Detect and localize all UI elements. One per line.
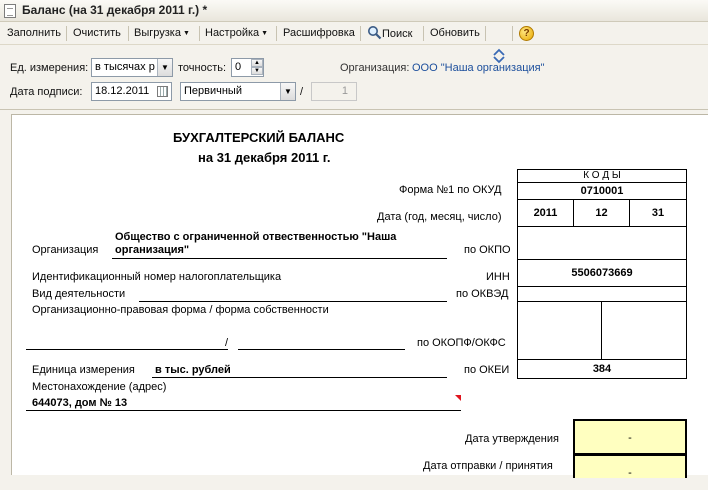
report-title: БУХГАЛТЕРСКИЙ БАЛАНС [173, 130, 345, 145]
unit-row-value[interactable]: в тыс. рублей [155, 364, 231, 376]
chevron-down-icon[interactable]: ▼ [157, 59, 172, 76]
unit-select[interactable]: в тысячах р ▼ [91, 58, 173, 77]
refresh-button[interactable]: Обновить [430, 25, 480, 42]
decode-button[interactable]: Расшифровка [283, 25, 355, 42]
window-title: Баланс (на 31 декабря 2011 г.) * [22, 3, 208, 17]
okopf-cell[interactable] [517, 301, 602, 360]
stepper-up-icon[interactable]: ▲ [251, 59, 263, 67]
approval-date-cell[interactable]: - [573, 419, 687, 455]
settings-label: Настройка [205, 27, 260, 39]
precision-label: точность: [178, 62, 227, 74]
date-month-cell[interactable]: 12 [573, 199, 630, 227]
document-icon [4, 4, 16, 18]
magnifier-icon [368, 26, 382, 40]
precision-value: 0 [235, 61, 242, 73]
dropdown-arrow-icon: ▼ [261, 30, 269, 37]
unit-row-label: Единица измерения [32, 364, 135, 376]
ownership-underline [238, 349, 405, 350]
correction-number-field[interactable]: 1 [311, 82, 357, 101]
okopf-label: по ОКОПФ/ОКФС [417, 337, 506, 349]
toolbar-separator [199, 26, 200, 41]
toolbar-separator [485, 26, 486, 41]
help-icon[interactable]: ? [519, 26, 534, 41]
legal-form-slash: / [225, 337, 229, 349]
form-label: Форма №1 по ОКУД [399, 184, 502, 196]
toolbar-separator [512, 26, 513, 41]
org-name[interactable]: Общество с ограниченной отвественностью … [115, 231, 415, 257]
clear-button[interactable]: Очистить [73, 25, 121, 42]
unit-select-value: в тысячах р [95, 61, 155, 73]
activity-label: Вид деятельности [32, 288, 126, 300]
toolbar-separator [128, 26, 129, 41]
okei-label: по ОКЕИ [464, 364, 510, 376]
date-day-cell[interactable]: 31 [629, 199, 687, 227]
okpo-cell[interactable] [517, 226, 687, 260]
legal-form-label: Организационно-правовая форма / форма со… [32, 304, 329, 316]
dropdown-arrow-icon: ▼ [182, 30, 190, 37]
approval-label: Дата утверждения [465, 433, 559, 445]
calendar-icon[interactable] [157, 86, 168, 97]
org-link[interactable]: ООО "Наша организация" [412, 62, 545, 74]
title-bar: Баланс (на 31 декабря 2011 г.) * [0, 0, 708, 22]
date-year-cell[interactable]: 2011 [517, 199, 574, 227]
codes-header: К О Д Ы [517, 169, 687, 183]
slash-separator: / [300, 86, 304, 98]
legal-form-underline [26, 349, 228, 350]
sign-date-value: 18.12.2011 [95, 85, 150, 97]
org-underline [112, 258, 447, 259]
send-label: Дата отправки / принятия [423, 460, 553, 472]
inn-long-label: Идентификационный номер налогоплательщик… [32, 271, 282, 283]
settings-button[interactable]: Настройка ▼ [205, 25, 268, 42]
address-underline [26, 410, 461, 411]
report-subtitle: на 31 декабря 2011 г. [198, 150, 331, 165]
toolbar-separator [276, 26, 277, 41]
address-label: Местонахождение (адрес) [32, 381, 167, 393]
sign-date-field[interactable]: 18.12.2011 [91, 82, 172, 101]
unit-label: Ед. измерения: [10, 62, 89, 74]
doc-type-value: Первичный [184, 85, 242, 97]
correction-value: 1 [341, 85, 348, 97]
search-label: Поиск [382, 28, 413, 40]
chevron-down-icon[interactable]: ▼ [280, 83, 295, 100]
activity-underline [139, 301, 447, 302]
toolbar-separator [360, 26, 361, 41]
fill-button[interactable]: Заполнить [7, 25, 61, 42]
org-row-label: Организация [32, 244, 99, 256]
comment-marker-icon [455, 395, 461, 401]
doc-type-select[interactable]: Первичный ▼ [180, 82, 296, 101]
inn-cell[interactable]: 5506073669 [517, 259, 687, 287]
report-sheet: БУХГАЛТЕРСКИЙ БАЛАНС на 31 декабря 2011 … [11, 114, 708, 479]
okved-label: по ОКВЭД [456, 288, 509, 300]
toolbar-separator [423, 26, 424, 41]
okpo-label: по ОКПО [464, 244, 511, 256]
okved-cell[interactable] [517, 286, 687, 302]
inn-label: ИНН [486, 271, 510, 283]
org-label: Организация: [340, 62, 410, 74]
toolbar: Заполнить Очистить Выгрузка ▼ Настройка ▼ … [0, 22, 708, 64]
address-value[interactable]: 644073, дом № 13 [32, 397, 127, 409]
unit-underline [152, 377, 447, 378]
okei-cell[interactable]: 384 [517, 359, 687, 379]
form-code-cell[interactable]: 0710001 [517, 182, 687, 200]
export-label: Выгрузка [134, 27, 181, 39]
toolbar-separator [66, 26, 67, 41]
precision-stepper[interactable]: 0 ▲ ▼ [231, 58, 264, 77]
sign-date-label: Дата подписи: [10, 86, 83, 98]
send-date-cell[interactable]: - [573, 454, 687, 479]
okfs-cell[interactable] [601, 301, 687, 360]
search-button[interactable]: Поиск [367, 25, 412, 42]
export-button[interactable]: Выгрузка ▼ [134, 25, 190, 42]
stepper-down-icon[interactable]: ▼ [251, 67, 263, 75]
date-label: Дата (год, месяц, число) [377, 211, 502, 223]
